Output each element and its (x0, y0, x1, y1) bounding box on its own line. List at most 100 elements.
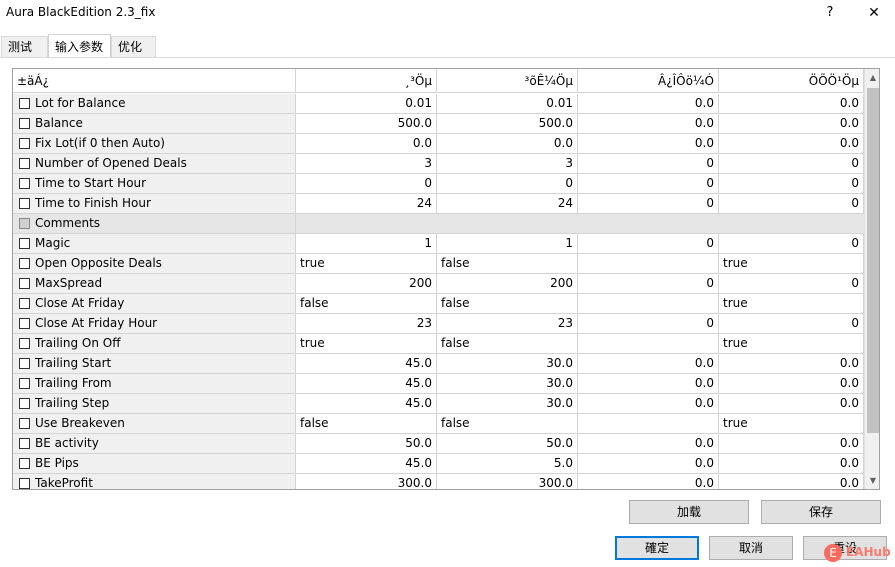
stop-cell[interactable]: 0.0 (719, 134, 864, 153)
stop-cell[interactable]: 0.0 (719, 394, 864, 413)
parameter-name-cell[interactable]: BE Pips (13, 454, 296, 473)
value-cell[interactable]: 1 (296, 234, 437, 253)
value-cell[interactable]: 200 (296, 274, 437, 293)
parameter-row[interactable]: Trailing On Off true false true (13, 334, 864, 354)
optimize-checkbox[interactable] (19, 418, 30, 429)
scroll-down-arrow-icon[interactable]: ▼ (865, 472, 879, 489)
stop-cell[interactable]: 0 (719, 234, 864, 253)
optimize-checkbox[interactable] (19, 358, 30, 369)
value-cell[interactable]: 23 (296, 314, 437, 333)
start-cell[interactable]: 500.0 (437, 114, 578, 133)
parameter-row[interactable]: Trailing From 45.0 30.0 0.0 0.0 (13, 374, 864, 394)
parameter-row[interactable]: Time to Finish Hour 24 24 0 0 (13, 194, 864, 214)
start-cell[interactable]: 24 (437, 194, 578, 213)
parameter-name-cell[interactable]: Lot for Balance (13, 94, 296, 113)
tab-test[interactable]: 测试 (1, 36, 48, 58)
step-cell[interactable]: 0.0 (578, 94, 719, 113)
parameter-row[interactable]: Magic 1 1 0 0 (13, 234, 864, 254)
start-cell[interactable]: 0.01 (437, 94, 578, 113)
optimize-checkbox[interactable] (19, 238, 30, 249)
start-cell[interactable]: false (437, 254, 578, 273)
parameter-name-cell[interactable]: BE activity (13, 434, 296, 453)
parameter-row[interactable]: Trailing Start 45.0 30.0 0.0 0.0 (13, 354, 864, 374)
step-cell[interactable] (578, 254, 719, 273)
parameter-row[interactable]: Close At Friday false false true (13, 294, 864, 314)
header-variable[interactable]: ±äÁ¿ (13, 69, 296, 93)
parameter-name-cell[interactable]: Comments (13, 214, 296, 233)
header-start[interactable]: ³õÊ¼Öµ (437, 69, 578, 93)
value-cell[interactable]: 3 (296, 154, 437, 173)
stop-cell[interactable]: 0.0 (719, 474, 864, 489)
value-cell[interactable]: 0 (296, 174, 437, 193)
optimize-checkbox[interactable] (19, 298, 30, 309)
stop-cell[interactable]: 0.0 (719, 454, 864, 473)
start-cell[interactable]: 30.0 (437, 394, 578, 413)
value-cell[interactable]: 300.0 (296, 474, 437, 489)
step-cell[interactable]: 0.0 (578, 134, 719, 153)
optimize-checkbox[interactable] (19, 318, 30, 329)
step-cell[interactable]: 0 (578, 234, 719, 253)
stop-cell[interactable]: 0.0 (719, 94, 864, 113)
close-button[interactable]: ✕ (860, 2, 888, 24)
parameter-name-cell[interactable]: MaxSpread (13, 274, 296, 293)
start-cell[interactable]: 1 (437, 234, 578, 253)
optimize-checkbox[interactable] (19, 478, 30, 489)
parameter-row[interactable]: Lot for Balance 0.01 0.01 0.0 0.0 (13, 94, 864, 114)
scroll-thumb[interactable] (867, 88, 879, 433)
step-cell[interactable]: 0.0 (578, 374, 719, 393)
value-cell[interactable]: true (296, 254, 437, 273)
optimize-checkbox[interactable] (19, 278, 30, 289)
parameter-name-cell[interactable]: Balance (13, 114, 296, 133)
stop-cell[interactable]: 0 (719, 194, 864, 213)
step-cell[interactable]: 0 (578, 194, 719, 213)
value-cell[interactable]: 500.0 (296, 114, 437, 133)
step-cell[interactable]: 0.0 (578, 474, 719, 489)
optimize-checkbox[interactable] (19, 198, 30, 209)
start-cell[interactable]: 300.0 (437, 474, 578, 489)
parameter-row[interactable]: Time to Start Hour 0 0 0 0 (13, 174, 864, 194)
optimize-checkbox[interactable] (19, 118, 30, 129)
vertical-scrollbar[interactable]: ▲ ▼ (864, 69, 879, 489)
step-cell[interactable]: 0.0 (578, 454, 719, 473)
optimize-checkbox[interactable] (19, 178, 30, 189)
step-cell[interactable]: 0 (578, 314, 719, 333)
stop-cell[interactable]: 0.0 (719, 374, 864, 393)
start-cell[interactable]: 0.0 (437, 134, 578, 153)
stop-cell[interactable]: 0.0 (719, 114, 864, 133)
value-cell[interactable]: 50.0 (296, 434, 437, 453)
parameter-row[interactable]: Fix Lot(if 0 then Auto) 0.0 0.0 0.0 0.0 (13, 134, 864, 154)
parameter-name-cell[interactable]: Close At Friday Hour (13, 314, 296, 333)
parameter-row[interactable]: TakeProfit 300.0 300.0 0.0 0.0 (13, 474, 864, 489)
section-row[interactable]: Comments (13, 214, 864, 234)
stop-cell[interactable]: true (719, 334, 864, 353)
parameter-row[interactable]: Use Breakeven false false true (13, 414, 864, 434)
step-cell[interactable]: 0.0 (578, 114, 719, 133)
stop-cell[interactable]: 0 (719, 174, 864, 193)
stop-cell[interactable]: 0.0 (719, 434, 864, 453)
parameter-row[interactable]: Number of Opened Deals 3 3 0 0 (13, 154, 864, 174)
start-cell[interactable]: 30.0 (437, 374, 578, 393)
header-stop[interactable]: ÖÕÖ¹Öµ (719, 69, 864, 93)
stop-cell[interactable]: 0 (719, 274, 864, 293)
parameter-name-cell[interactable]: Open Opposite Deals (13, 254, 296, 273)
value-cell[interactable]: false (296, 414, 437, 433)
value-cell[interactable]: 45.0 (296, 454, 437, 473)
optimize-checkbox[interactable] (19, 338, 30, 349)
stop-cell[interactable]: 0 (719, 314, 864, 333)
step-cell[interactable]: 0.0 (578, 394, 719, 413)
optimize-checkbox[interactable] (19, 158, 30, 169)
step-cell[interactable]: 0 (578, 274, 719, 293)
header-step[interactable]: Â¿ÎÔö¼Ó (578, 69, 719, 93)
start-cell[interactable]: false (437, 294, 578, 313)
parameter-row[interactable]: Balance 500.0 500.0 0.0 0.0 (13, 114, 864, 134)
value-cell[interactable]: 24 (296, 194, 437, 213)
scroll-up-arrow-icon[interactable]: ▲ (865, 69, 879, 86)
step-cell[interactable] (578, 294, 719, 313)
parameter-name-cell[interactable]: Use Breakeven (13, 414, 296, 433)
stop-cell[interactable]: true (719, 414, 864, 433)
load-button[interactable]: 加载 (629, 500, 749, 524)
optimize-checkbox[interactable] (19, 258, 30, 269)
value-cell[interactable]: 0.01 (296, 94, 437, 113)
step-cell[interactable]: 0 (578, 174, 719, 193)
ok-button[interactable]: 確定 (615, 536, 699, 560)
